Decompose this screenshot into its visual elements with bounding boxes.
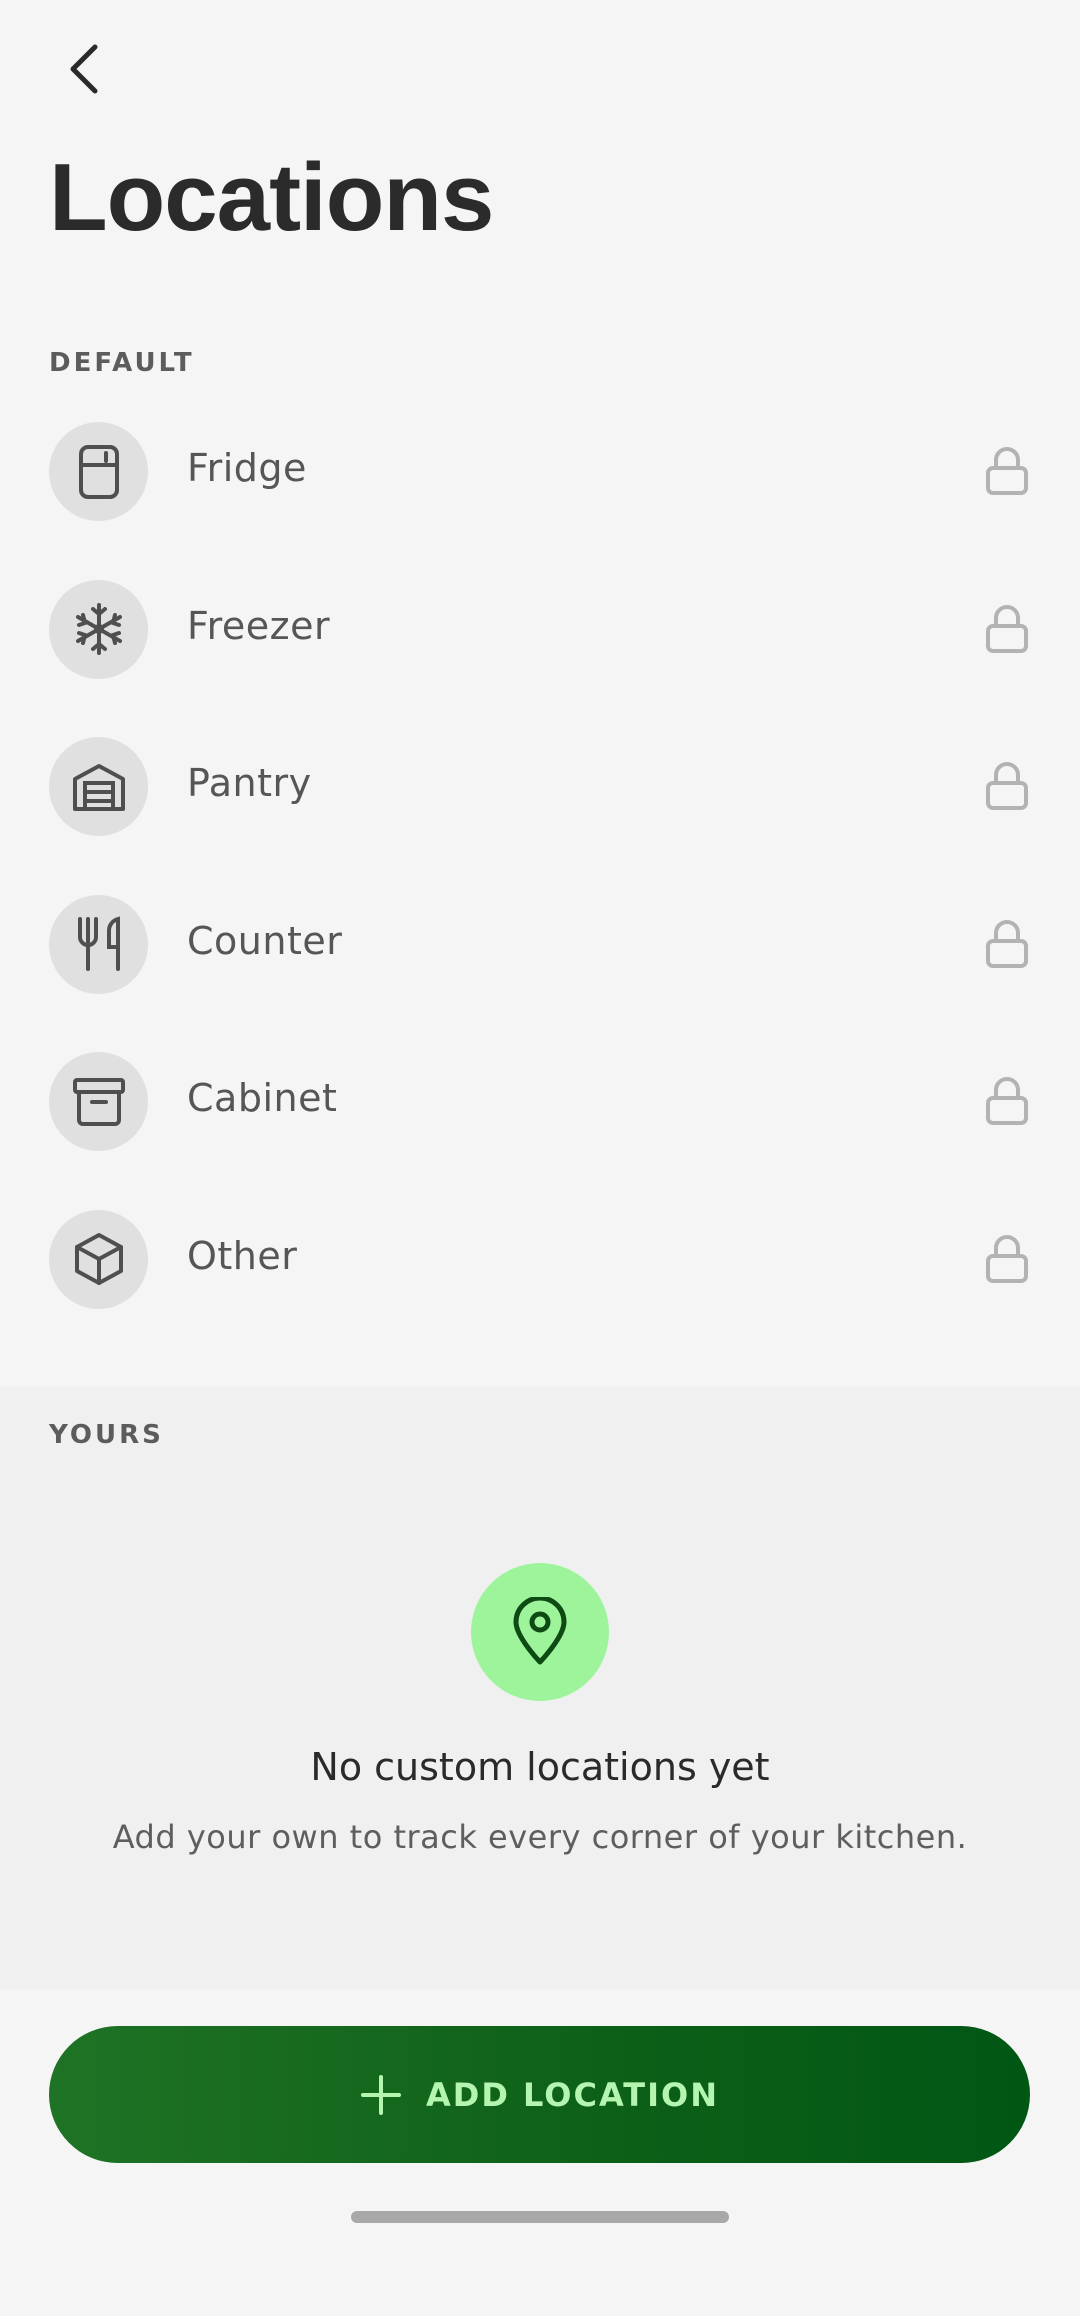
location-icon-container — [49, 1209, 148, 1309]
lock-icon — [986, 447, 1028, 495]
cube-icon — [74, 1233, 123, 1286]
chevron-left-icon — [70, 44, 98, 94]
location-icon-container — [49, 737, 148, 837]
pantry-icon — [72, 763, 125, 811]
location-label: Pantry — [187, 761, 312, 806]
archive-box-icon — [72, 1077, 125, 1126]
location-item-cabinet[interactable]: Cabinet — [0, 1044, 1080, 1202]
section-label-default: DEFAULT — [49, 348, 195, 378]
lock-icon — [986, 1077, 1028, 1126]
lock-icon — [986, 1235, 1028, 1283]
add-location-label: ADD LOCATION — [426, 2075, 719, 2114]
lock-icon — [986, 604, 1028, 653]
location-item-other[interactable]: Other — [0, 1202, 1080, 1360]
location-label: Counter — [187, 918, 343, 963]
empty-state-title: No custom locations yet — [310, 1745, 770, 1789]
page-title: Locations — [49, 144, 494, 251]
home-indicator[interactable] — [351, 2211, 729, 2223]
lock-icon — [986, 762, 1028, 811]
location-item-counter[interactable]: Counter — [0, 887, 1080, 1045]
location-label: Fridge — [187, 446, 307, 490]
location-item-pantry[interactable]: Pantry — [0, 729, 1080, 887]
location-label: Cabinet — [187, 1076, 338, 1121]
map-pin-icon — [513, 1597, 567, 1665]
snowflake-icon — [75, 603, 122, 656]
utensils-icon — [77, 916, 120, 972]
section-label-yours: YOURS — [49, 1420, 164, 1450]
default-locations-list: Fridge Freezer Pantry Counter Cabinet Ot… — [0, 414, 1080, 1360]
location-icon-container — [49, 894, 148, 994]
lock-icon — [986, 919, 1028, 968]
back-button[interactable] — [50, 34, 120, 104]
add-location-button[interactable]: ADD LOCATION — [49, 2026, 1030, 2163]
empty-state-icon-container — [471, 1563, 609, 1701]
location-label: Other — [187, 1233, 298, 1278]
fridge-icon — [78, 444, 119, 499]
location-icon-container — [49, 579, 148, 679]
location-label: Freezer — [187, 603, 331, 648]
location-item-fridge[interactable]: Fridge — [0, 414, 1080, 572]
location-icon-container — [49, 422, 148, 521]
location-item-freezer[interactable]: Freezer — [0, 572, 1080, 730]
plus-icon — [361, 2074, 402, 2115]
location-icon-container — [49, 1052, 148, 1152]
empty-state-description: Add your own to track every corner of yo… — [112, 1818, 968, 1856]
